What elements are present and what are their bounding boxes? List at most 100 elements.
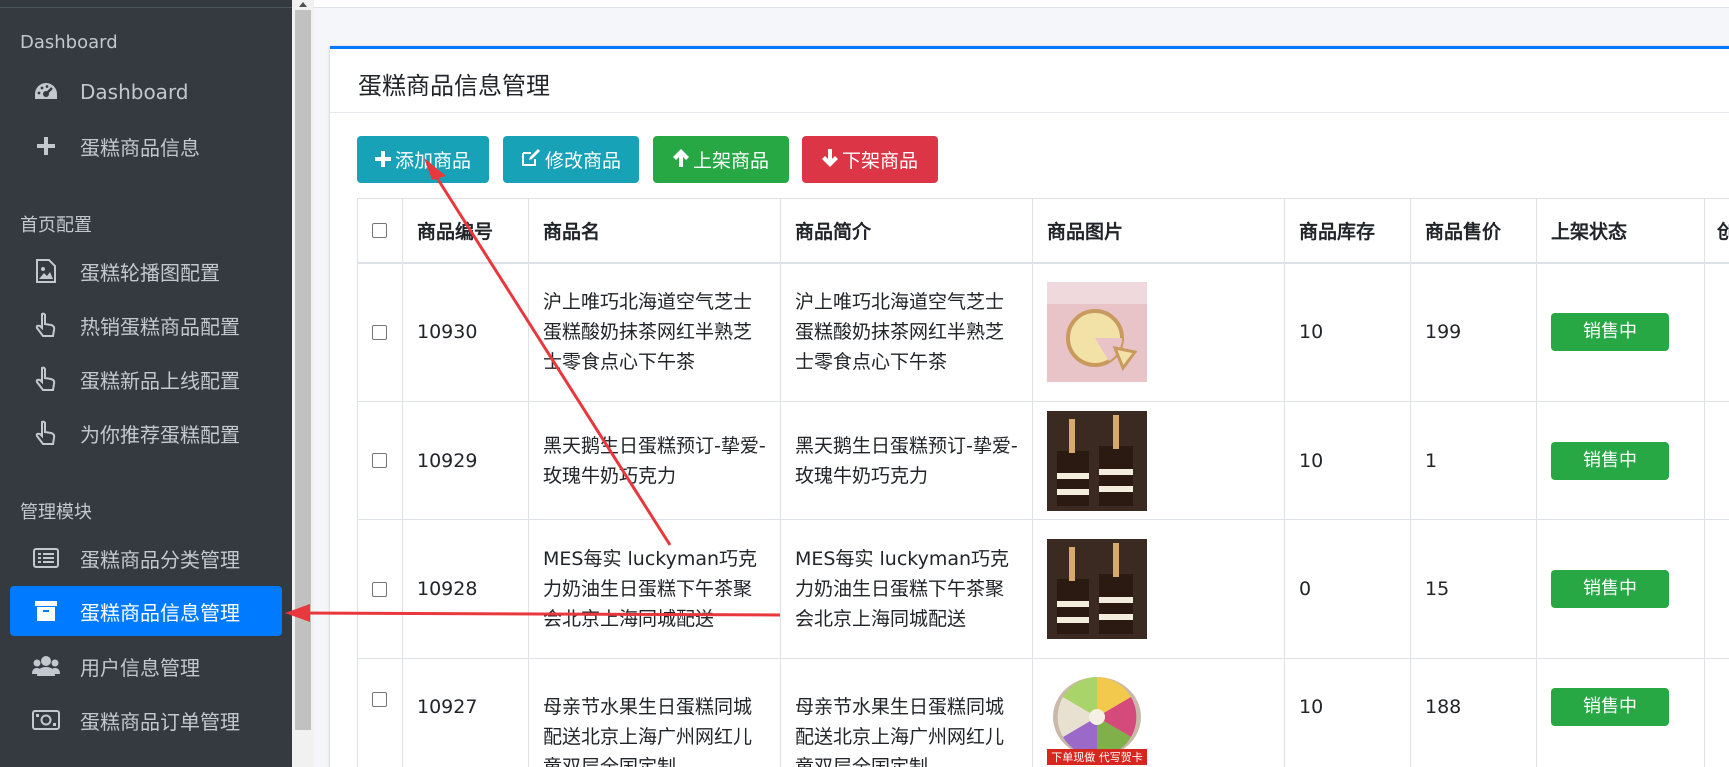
delist-product-button[interactable]: 下架商品 xyxy=(802,136,938,183)
product-thumbnail[interactable] xyxy=(1047,410,1147,511)
archive-icon xyxy=(32,597,60,625)
product-image-cell xyxy=(1032,401,1285,520)
product-price: 15 xyxy=(1410,519,1537,659)
product-id: 10928 xyxy=(402,519,529,659)
sidebar-item-label: 蛋糕商品信息 xyxy=(80,135,200,160)
table-row[interactable]: 10929 黑天鹅生日蛋糕预订-挚爱-玫瑰牛奶巧克力 黑天鹅生日蛋糕预订-挚爱-… xyxy=(357,401,1729,520)
edit-icon xyxy=(521,148,541,172)
scroll-up-arrow-icon[interactable] xyxy=(296,0,310,8)
edit-product-label: 修改商品 xyxy=(544,150,621,172)
sidebar-item-new-config[interactable]: 蛋糕新品上线配置 xyxy=(10,354,282,404)
sidebar-item-label: 蛋糕商品分类管理 xyxy=(80,547,240,572)
product-thumbnail[interactable]: 下单现做 代写贺卡 xyxy=(1047,665,1147,765)
sidebar-item-label: 蛋糕轮播图配置 xyxy=(80,260,220,285)
table-header-row: 商品编号 商品名 商品简介 商品图片 商品库存 商品售价 上架状态 创 xyxy=(357,198,1729,264)
product-intro: 沪上唯巧北海道空气芝士蛋糕酸奶抹茶网红半熟芝士零食点心下午茶 xyxy=(780,262,1033,402)
extra-cell xyxy=(1704,262,1729,402)
row-checkbox[interactable] xyxy=(372,453,387,468)
product-image-cell xyxy=(1032,262,1285,402)
sidebar: Dashboard Dashboard 蛋糕商品信息 首页配置 蛋糕轮播图配置 … xyxy=(0,0,292,767)
image-icon xyxy=(32,257,60,285)
product-price: 199 xyxy=(1410,262,1537,402)
users-icon xyxy=(32,652,60,680)
status-badge[interactable]: 销售中 xyxy=(1551,688,1669,726)
table-row[interactable]: 10928 MES每实 luckyman巧克力奶油生日蛋糕下午茶聚会北京上海同城… xyxy=(357,519,1729,659)
sidebar-item-label: 为你推荐蛋糕配置 xyxy=(80,422,240,447)
sidebar-item-label: 蛋糕新品上线配置 xyxy=(80,368,240,393)
product-thumbnail[interactable] xyxy=(1047,282,1147,383)
sidebar-item-dashboard[interactable]: Dashboard xyxy=(10,67,282,117)
select-all-cell xyxy=(357,198,403,264)
product-thumbnail[interactable] xyxy=(1047,539,1147,639)
sidebar-top-divider xyxy=(0,0,292,8)
extra-cell xyxy=(1704,401,1729,520)
sidebar-item-carousel-config[interactable]: 蛋糕轮播图配置 xyxy=(10,246,282,296)
hand-pointer-icon xyxy=(32,365,60,393)
sidebar-scrollbar-thumb[interactable] xyxy=(295,10,311,730)
sidebar-item-recommend-config[interactable]: 为你推荐蛋糕配置 xyxy=(10,408,282,458)
column-header[interactable]: 商品售价 xyxy=(1410,198,1537,264)
row-checkbox[interactable] xyxy=(372,581,387,597)
product-intro: MES每实 luckyman巧克力奶油生日蛋糕下午茶聚会北京上海同城配送 xyxy=(780,519,1033,659)
nav-header-home-config: 首页配置 xyxy=(20,215,92,236)
sidebar-item-label: 蛋糕商品订单管理 xyxy=(80,709,240,734)
add-product-button[interactable]: 添加商品 xyxy=(357,136,489,183)
product-price: 188 xyxy=(1410,658,1537,767)
sidebar-item-hot-config[interactable]: 热销蛋糕商品配置 xyxy=(10,300,282,350)
product-stock: 0 xyxy=(1284,519,1411,659)
product-id: 10929 xyxy=(402,401,529,520)
status-badge[interactable]: 销售中 xyxy=(1551,441,1669,480)
status-badge[interactable]: 销售中 xyxy=(1551,313,1669,352)
product-stock: 10 xyxy=(1284,401,1411,520)
gauge-icon xyxy=(32,78,60,106)
card-header: 蛋糕商品信息管理 xyxy=(330,49,1729,113)
sidebar-item-cake-products[interactable]: 蛋糕商品信息 xyxy=(10,121,282,171)
table-row[interactable]: 10927 母亲节水果生日蛋糕同城配送北京上海广州网红儿童双层全国定制 母亲节水… xyxy=(357,658,1729,767)
column-header[interactable]: 商品库存 xyxy=(1284,198,1411,264)
column-header[interactable]: 商品名 xyxy=(528,198,781,264)
sidebar-item-label: Dashboard xyxy=(80,80,189,104)
nav-header-dashboard: Dashboard xyxy=(20,32,118,53)
edit-product-button[interactable]: 修改商品 xyxy=(503,136,639,183)
table-row[interactable]: 10930 沪上唯巧北海道空气芝士蛋糕酸奶抹茶网红半熟芝士零食点心下午茶 沪上唯… xyxy=(357,262,1729,402)
list-icon xyxy=(32,544,60,572)
top-navbar xyxy=(314,0,1729,8)
list-product-button[interactable]: 上架商品 xyxy=(653,136,789,183)
sidebar-item-user-management[interactable]: 用户信息管理 xyxy=(10,641,282,691)
column-header[interactable]: 商品编号 xyxy=(402,198,529,264)
column-header[interactable]: 商品简介 xyxy=(780,198,1033,264)
image-caption: 下单现做 代写贺卡 xyxy=(1051,750,1143,764)
sidebar-item-category-management[interactable]: 蛋糕商品分类管理 xyxy=(10,533,282,583)
sidebar-item-label: 蛋糕商品信息管理 xyxy=(80,600,240,625)
arrow-up-icon xyxy=(672,148,689,172)
sidebar-item-order-management[interactable]: 蛋糕商品订单管理 xyxy=(10,695,282,745)
select-all-checkbox[interactable] xyxy=(372,222,387,238)
nav-header-management: 管理模块 xyxy=(20,502,92,523)
column-header[interactable]: 商品图片 xyxy=(1032,198,1285,264)
product-image-cell xyxy=(1032,519,1285,659)
column-header[interactable]: 创 xyxy=(1704,198,1729,264)
page-title: 蛋糕商品信息管理 xyxy=(358,72,550,100)
sidebar-item-label: 热销蛋糕商品配置 xyxy=(80,314,240,339)
product-image-cell: 下单现做 代写贺卡 xyxy=(1032,658,1285,767)
product-intro: 母亲节水果生日蛋糕同城配送北京上海广州网红儿童双层全国定制 xyxy=(780,658,1033,767)
hand-pointer-icon xyxy=(32,419,60,447)
product-intro: 黑天鹅生日蛋糕预订-挚爱-玫瑰牛奶巧克力 xyxy=(780,401,1033,520)
delist-product-label: 下架商品 xyxy=(841,150,918,172)
product-stock: 10 xyxy=(1284,262,1411,402)
column-header[interactable]: 上架状态 xyxy=(1536,198,1705,264)
product-name: MES每实 luckyman巧克力奶油生日蛋糕下午茶聚会北京上海同城配送 xyxy=(528,519,781,659)
arrow-down-icon xyxy=(821,148,838,172)
product-id: 10930 xyxy=(402,262,529,402)
status-badge[interactable]: 销售中 xyxy=(1551,570,1669,608)
sidebar-item-product-management[interactable]: 蛋糕商品信息管理 xyxy=(10,586,282,636)
product-price: 1 xyxy=(1410,401,1537,520)
product-name: 沪上唯巧北海道空气芝士蛋糕酸奶抹茶网红半熟芝士零食点心下午茶 xyxy=(528,262,781,402)
row-checkbox[interactable] xyxy=(372,692,387,707)
product-name: 黑天鹅生日蛋糕预订-挚爱-玫瑰牛奶巧克力 xyxy=(528,401,781,520)
hand-pointer-icon xyxy=(32,311,60,339)
list-product-label: 上架商品 xyxy=(692,150,769,172)
extra-cell xyxy=(1704,519,1729,659)
row-checkbox[interactable] xyxy=(372,324,387,340)
sidebar-item-label: 用户信息管理 xyxy=(80,655,200,680)
